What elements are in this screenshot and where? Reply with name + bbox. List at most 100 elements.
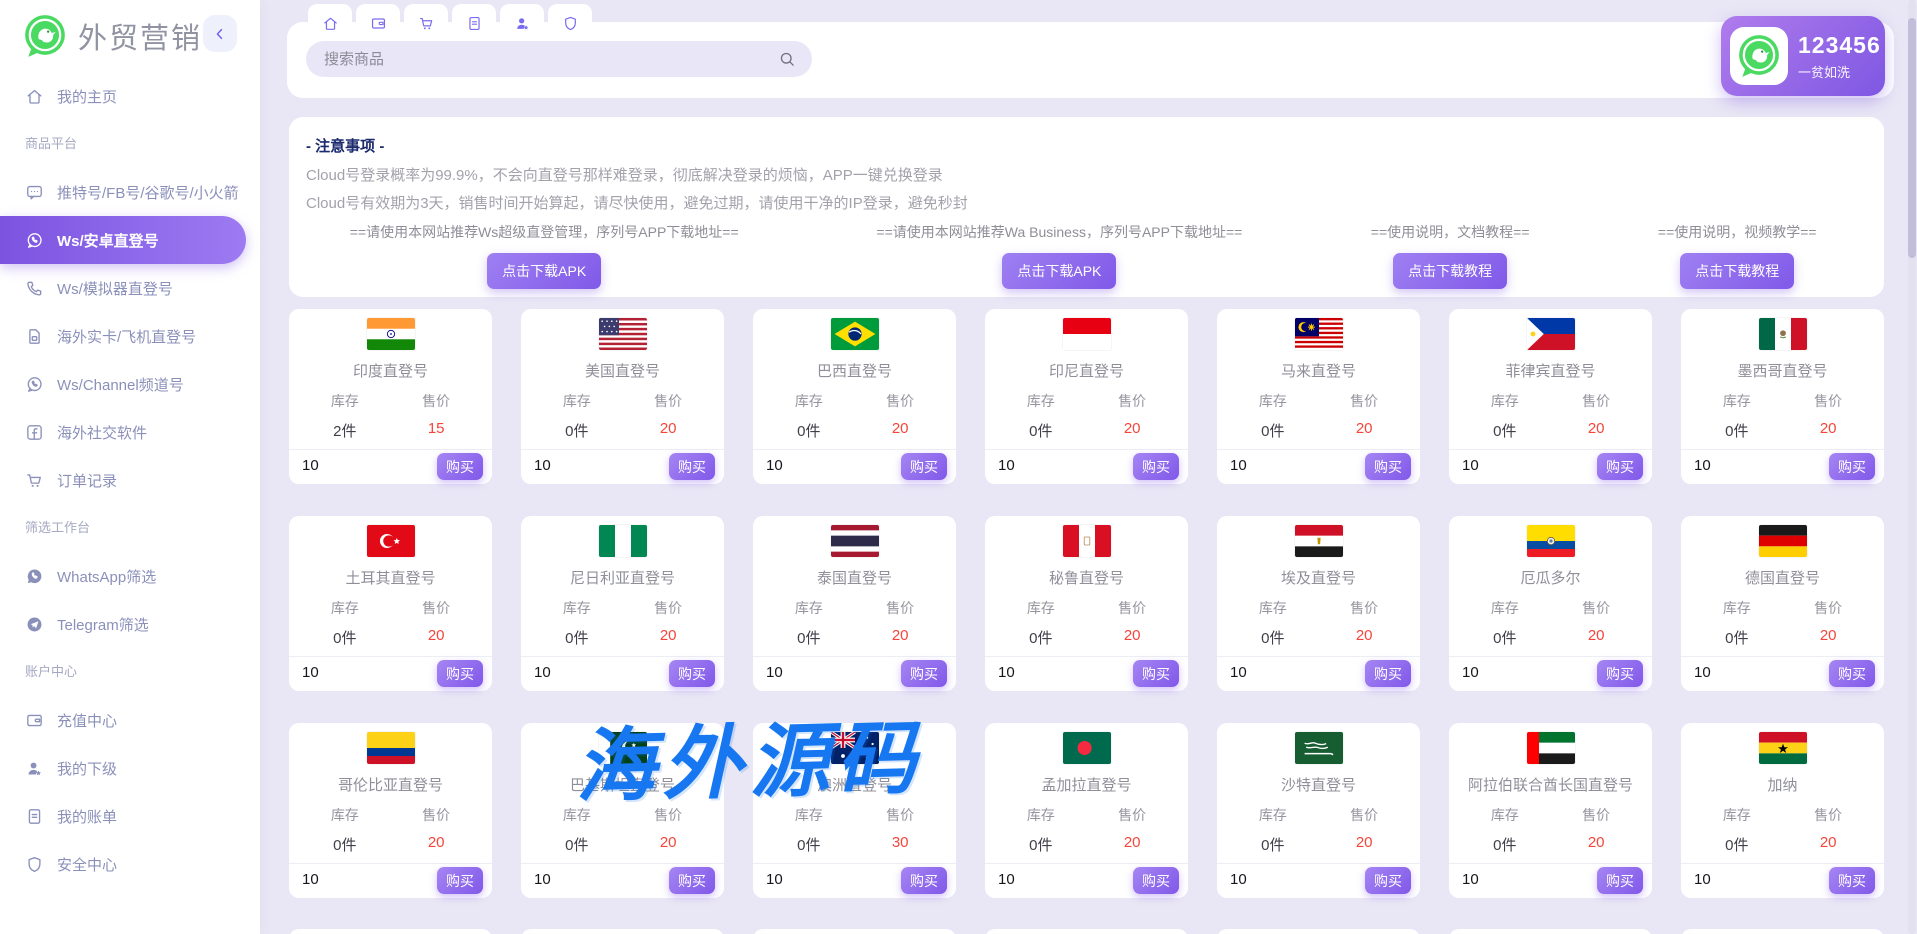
buy-button[interactable]: 购买 — [901, 867, 947, 894]
cart-icon — [418, 15, 435, 32]
flag-turkey-icon — [367, 525, 415, 557]
download-button-video-tutorial[interactable]: 点击下载教程 — [1680, 253, 1794, 289]
buy-button[interactable]: 购买 — [1365, 660, 1411, 687]
quantity-input[interactable] — [532, 663, 606, 682]
sidebar-item-overseas-social[interactable]: 海外社交软件 — [0, 408, 260, 456]
price-value: 20 — [1319, 834, 1410, 851]
stock-value: 0件 — [531, 420, 622, 441]
buy-button[interactable]: 购买 — [669, 660, 715, 687]
price-label: 售价 — [1783, 805, 1874, 825]
scrollbar[interactable] — [1908, 0, 1916, 934]
buy-button[interactable]: 购买 — [1365, 453, 1411, 480]
tab-security[interactable] — [548, 4, 592, 34]
quantity-input[interactable] — [1460, 870, 1534, 889]
scrollbar-thumb[interactable] — [1908, 18, 1916, 258]
buy-button[interactable]: 购买 — [1829, 453, 1875, 480]
product-name: 德国直登号 — [1681, 567, 1884, 588]
buy-button[interactable]: 购买 — [1597, 660, 1643, 687]
stock-stat: 库存0件 — [299, 805, 390, 855]
notice-line-2: Cloud号有效期为3天，销售时间开始算起，请尽快使用，避免过期，请使用干净的I… — [306, 192, 968, 213]
quantity-input[interactable] — [996, 870, 1070, 889]
product-name: 土耳其直登号 — [289, 567, 492, 588]
price-stat: 售价20 — [1783, 598, 1874, 644]
search-input[interactable] — [322, 50, 778, 69]
buy-button[interactable]: 购买 — [669, 453, 715, 480]
buy-button[interactable]: 购买 — [437, 660, 483, 687]
sidebar-item-ws-emulator[interactable]: Ws/模拟器直登号 — [0, 264, 260, 312]
tab-recharge[interactable] — [356, 4, 400, 34]
price-stat: 售价20 — [855, 391, 946, 437]
product-name: 巴基斯坦直登号 — [521, 774, 724, 795]
quantity-input[interactable] — [300, 456, 374, 475]
buy-button[interactable]: 购买 — [1133, 453, 1179, 480]
home-icon — [322, 15, 339, 32]
buy-button[interactable]: 购买 — [1133, 867, 1179, 894]
quantity-input[interactable] — [764, 456, 838, 475]
sidebar-item-orders[interactable]: 订单记录 — [0, 456, 260, 504]
buy-button[interactable]: 购买 — [437, 453, 483, 480]
download-button-wa-apk[interactable]: 点击下载APK — [1002, 253, 1116, 289]
product-name: 美国直登号 — [521, 360, 724, 381]
price-label: 售价 — [1551, 598, 1642, 618]
sidebar-item-ws-android[interactable]: Ws/安卓直登号 — [0, 216, 246, 264]
quantity-input[interactable] — [764, 663, 838, 682]
tab-home[interactable] — [308, 4, 352, 34]
quantity-input[interactable] — [1228, 456, 1302, 475]
sidebar-item-social-accounts[interactable]: 推特号/FB号/谷歌号/小火箭 — [0, 168, 260, 216]
whatsapp-filled-icon — [25, 567, 44, 586]
download-button-ws-apk[interactable]: 点击下载APK — [487, 253, 601, 289]
quantity-input[interactable] — [532, 870, 606, 889]
buy-button[interactable]: 购买 — [669, 867, 715, 894]
sidebar-item-home[interactable]: 我的主页 — [0, 72, 260, 120]
quantity-input[interactable] — [1460, 456, 1534, 475]
stock-label: 库存 — [763, 598, 854, 618]
product-name: 印度直登号 — [289, 360, 492, 381]
flag-brazil-icon — [831, 318, 879, 350]
tab-subordinates[interactable] — [500, 4, 544, 34]
quantity-input[interactable] — [300, 663, 374, 682]
buy-button[interactable]: 购买 — [901, 453, 947, 480]
quantity-input[interactable] — [300, 870, 374, 889]
price-label: 售价 — [623, 598, 714, 618]
buy-button[interactable]: 购买 — [1133, 660, 1179, 687]
search-bar[interactable] — [306, 41, 812, 77]
user-card[interactable]: 123456 一贫如洗 — [1721, 16, 1885, 96]
sidebar-item-subordinates[interactable]: 我的下级 — [0, 744, 260, 792]
bill-icon — [466, 15, 483, 32]
product-name: 沙特直登号 — [1217, 774, 1420, 795]
buy-button[interactable]: 购买 — [901, 660, 947, 687]
sidebar-item-bills[interactable]: 我的账单 — [0, 792, 260, 840]
buy-button[interactable]: 购买 — [1365, 867, 1411, 894]
quantity-input[interactable] — [996, 663, 1070, 682]
quantity-input[interactable] — [1460, 663, 1534, 682]
tab-bills[interactable] — [452, 4, 496, 34]
tab-orders[interactable] — [404, 4, 448, 34]
sidebar-collapse-button[interactable] — [203, 15, 237, 52]
download-button-doc-tutorial[interactable]: 点击下载教程 — [1393, 253, 1507, 289]
sidebar-item-whatsapp-filter[interactable]: WhatsApp筛选 — [0, 552, 260, 600]
sidebar-item-label: 海外实卡/飞机直登号 — [57, 326, 196, 347]
quantity-input[interactable] — [1228, 870, 1302, 889]
buy-button[interactable]: 购买 — [1597, 453, 1643, 480]
buy-button[interactable]: 购买 — [1829, 867, 1875, 894]
buy-button[interactable]: 购买 — [1597, 867, 1643, 894]
search-icon[interactable] — [778, 50, 796, 68]
quantity-input[interactable] — [996, 456, 1070, 475]
quantity-input[interactable] — [532, 456, 606, 475]
sidebar-item-security[interactable]: 安全中心 — [0, 840, 260, 888]
buy-button[interactable]: 购买 — [1829, 660, 1875, 687]
product-card: 美国直登号库存0件售价20购买 — [521, 309, 724, 484]
sidebar-item-overseas-sim[interactable]: 海外实卡/飞机直登号 — [0, 312, 260, 360]
avatar-logo-icon — [1736, 33, 1782, 79]
product-name: 印尼直登号 — [985, 360, 1188, 381]
sidebar-item-ws-channel[interactable]: Ws/Channel频道号 — [0, 360, 260, 408]
quantity-input[interactable] — [1692, 870, 1766, 889]
sidebar-item-recharge[interactable]: 充值中心 — [0, 696, 260, 744]
quantity-input[interactable] — [764, 870, 838, 889]
quantity-input[interactable] — [1692, 456, 1766, 475]
next-row-stubs — [289, 929, 1884, 934]
quantity-input[interactable] — [1692, 663, 1766, 682]
buy-button[interactable]: 购买 — [437, 867, 483, 894]
quantity-input[interactable] — [1228, 663, 1302, 682]
sidebar-item-telegram-filter[interactable]: Telegram筛选 — [0, 600, 260, 648]
